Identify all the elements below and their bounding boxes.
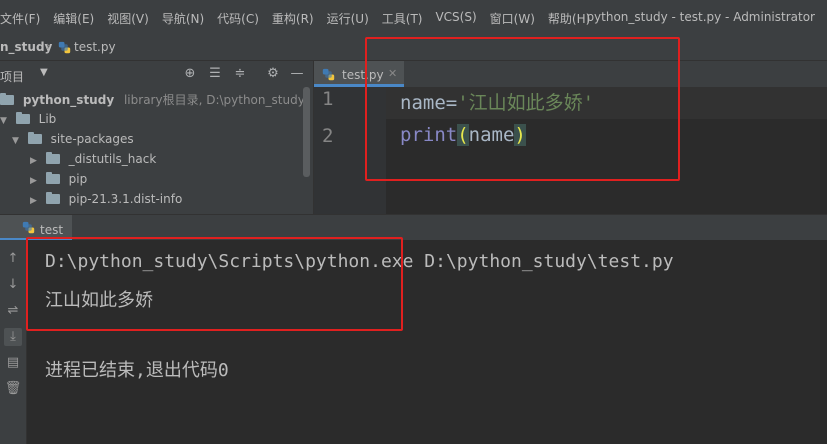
project-scrollbar[interactable] xyxy=(303,87,310,177)
hide-icon[interactable]: — xyxy=(290,67,304,81)
chevron-right-icon[interactable]: ▶ xyxy=(30,191,42,211)
chevron-right-icon[interactable]: ▶ xyxy=(30,151,42,171)
tree-item-label: _distutils_hack xyxy=(68,152,157,166)
menu-navigate[interactable]: 导航(N) xyxy=(162,10,211,27)
run-tab-label: test xyxy=(40,223,64,237)
tree-item-label: site-packages xyxy=(50,132,134,146)
annotation-box-code xyxy=(365,37,680,181)
arrow-up-icon[interactable]: ↑ xyxy=(4,250,22,268)
menu-edit[interactable]: 编辑(E) xyxy=(53,10,101,27)
window-title: python_study - test.py - Administrator xyxy=(586,10,815,24)
menu-file[interactable]: 文件(F) xyxy=(0,10,47,27)
tree-item-label: pip-21.3.1.dist-info xyxy=(68,192,183,206)
trash-icon[interactable]: 🗑 xyxy=(4,380,22,398)
python-file-icon xyxy=(22,221,35,237)
breadcrumb-project[interactable]: n_study xyxy=(0,40,52,54)
folder-icon xyxy=(27,132,42,144)
menu-bar: 文件(F) 编辑(E) 视图(V) 导航(N) 代码(C) 重构(R) 运行(U… xyxy=(0,0,827,37)
project-panel-header: 项目 ▼ ⊕ ☰ ≑ ⚙ — xyxy=(0,61,313,87)
tree-item-pip-dist-info[interactable]: ▶ pip-21.3.1.dist-info xyxy=(30,189,182,209)
menu-window[interactable]: 窗口(W) xyxy=(490,10,542,27)
collapse-all-icon[interactable]: ≑ xyxy=(233,67,247,81)
python-file-icon xyxy=(322,68,335,84)
tree-item-distutils-hack[interactable]: ▶ _distutils_hack xyxy=(30,149,156,169)
line-number: 2 xyxy=(322,125,334,147)
arrow-down-icon[interactable]: ↓ xyxy=(4,276,22,294)
run-toolbar: ↑ ↓ ⇌ ⤓ ▤ 🗑 xyxy=(0,240,27,444)
chevron-down-icon[interactable]: ▼ xyxy=(12,131,24,151)
menu-view[interactable]: 视图(V) xyxy=(107,10,156,27)
tree-item-site-packages[interactable]: ▼ site-packages xyxy=(12,129,134,149)
folder-icon xyxy=(0,93,14,105)
console-exit-line: 进程已结束,退出代码0 xyxy=(45,360,229,381)
menu-items: 文件(F) 编辑(E) 视图(V) 导航(N) 代码(C) 重构(R) 运行(U… xyxy=(0,10,603,27)
gear-icon[interactable]: ⚙ xyxy=(266,67,280,81)
annotation-box-output xyxy=(26,237,403,331)
menu-tools[interactable]: 工具(T) xyxy=(382,10,430,27)
line-number: 1 xyxy=(322,88,334,110)
scroll-to-end-icon[interactable]: ⤓ xyxy=(4,328,22,346)
breadcrumb-separator-icon: › xyxy=(46,39,51,53)
menu-refactor[interactable]: 重构(R) xyxy=(272,10,321,27)
tree-item-hint: library根目录, D:\python_study xyxy=(123,93,305,107)
tree-item-label: Lib xyxy=(38,112,57,126)
tree-item-lib[interactable]: ▼ Lib xyxy=(0,109,56,129)
chevron-down-icon[interactable]: ▼ xyxy=(0,111,12,131)
folder-icon xyxy=(45,152,60,164)
folder-icon xyxy=(45,192,60,204)
print-icon[interactable]: ▤ xyxy=(4,354,22,372)
menu-run[interactable]: 运行(U) xyxy=(327,10,376,27)
breadcrumb-file[interactable]: test.py xyxy=(74,40,116,54)
tree-item-label: pip xyxy=(68,172,88,186)
folder-icon xyxy=(15,112,30,124)
soft-wrap-icon[interactable]: ⇌ xyxy=(4,302,22,320)
expand-all-icon[interactable]: ☰ xyxy=(208,67,222,81)
folder-icon xyxy=(45,172,60,184)
python-file-icon xyxy=(58,41,71,57)
chevron-right-icon[interactable]: ▶ xyxy=(30,171,42,191)
menu-code[interactable]: 代码(C) xyxy=(217,10,266,27)
menu-vcs[interactable]: VCS(S) xyxy=(435,10,483,27)
tree-item-python-study[interactable]: python_study library根目录, D:\python_study xyxy=(0,90,305,110)
chevron-down-icon[interactable]: ▼ xyxy=(40,67,48,78)
tree-item-label: python_study xyxy=(22,93,115,107)
project-panel: 项目 ▼ ⊕ ☰ ≑ ⚙ — python_study library根目录, … xyxy=(0,61,314,214)
tree-item-pip[interactable]: ▶ pip xyxy=(30,169,87,189)
locate-icon[interactable]: ⊕ xyxy=(183,67,197,81)
project-panel-title[interactable]: 项目 xyxy=(0,68,24,85)
